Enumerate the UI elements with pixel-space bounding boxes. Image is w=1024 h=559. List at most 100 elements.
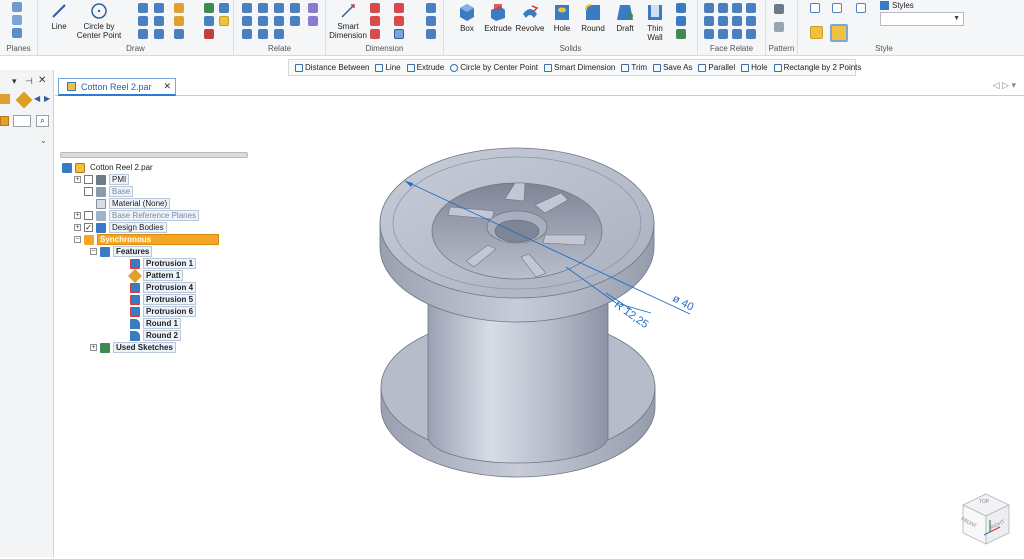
- trim-icon[interactable]: [174, 29, 184, 39]
- cmd-parallel[interactable]: Parallel: [698, 63, 735, 72]
- cmd-line[interactable]: Line: [375, 63, 401, 72]
- circle-by-center-point-button[interactable]: Circle by Center Point: [74, 2, 124, 40]
- offset-icon[interactable]: [154, 29, 164, 39]
- add-body-icon[interactable]: [676, 3, 686, 13]
- solids-more-icon[interactable]: [676, 29, 686, 39]
- tree-item-feature[interactable]: Protrusion 1: [130, 258, 197, 269]
- collapse-icon[interactable]: −: [74, 236, 81, 243]
- hole-button[interactable]: Hole: [548, 2, 576, 33]
- ellipse-icon[interactable]: [138, 29, 148, 39]
- point-icon[interactable]: [174, 16, 184, 26]
- mirror-pattern-icon[interactable]: [774, 22, 784, 32]
- relate-handle-icon[interactable]: [308, 16, 318, 26]
- expand-icon[interactable]: +: [74, 176, 81, 183]
- face-rigid-icon[interactable]: [732, 16, 742, 26]
- shaded-edges-icon[interactable]: [830, 24, 848, 42]
- design-bodies-checkbox[interactable]: ✓: [84, 223, 93, 232]
- revolve-button[interactable]: Revolve: [514, 2, 546, 33]
- top-flange[interactable]: [379, 147, 655, 323]
- pathfinder-tab-icon[interactable]: [0, 94, 10, 104]
- view-front-icon[interactable]: [832, 3, 842, 13]
- face-perpendicular-icon[interactable]: [704, 29, 714, 39]
- horizontal-icon[interactable]: [242, 16, 252, 26]
- tree-resize-grip[interactable]: [60, 152, 248, 158]
- concentric-icon[interactable]: [274, 3, 284, 13]
- project-icon[interactable]: [204, 16, 214, 26]
- coplanar-icon[interactable]: [704, 3, 714, 13]
- expand-icon[interactable]: +: [90, 344, 97, 351]
- tree-item-features[interactable]: − Features: [90, 246, 153, 257]
- curve-icon[interactable]: [154, 3, 164, 13]
- collinear-icon[interactable]: [258, 29, 268, 39]
- face-parallel-icon[interactable]: [704, 16, 714, 26]
- tab-left-icon[interactable]: ◀: [34, 94, 40, 103]
- distance-icon[interactable]: [370, 3, 380, 13]
- tab-scroll-arrows[interactable]: ◁ ▷ ▾: [993, 80, 1016, 91]
- tree-item-feature[interactable]: Round 1: [130, 318, 181, 329]
- extrude-button[interactable]: Extrude: [482, 2, 514, 33]
- tree-item-base-planes[interactable]: + Base Reference Planes: [74, 210, 200, 221]
- cmd-distance-between[interactable]: Distance Between: [295, 63, 369, 72]
- face-ground-icon[interactable]: [746, 16, 756, 26]
- cmd-rectangle[interactable]: Rectangle by 2 Points: [773, 63, 861, 72]
- construction-icon[interactable]: [204, 29, 214, 39]
- boolean-icon[interactable]: [676, 16, 686, 26]
- thin-wall-button[interactable]: Thin Wall: [642, 2, 668, 42]
- chamfer-dim-icon[interactable]: [370, 29, 380, 39]
- layers-icon[interactable]: [0, 116, 9, 126]
- draft-button[interactable]: Draft: [610, 2, 640, 33]
- tree-root[interactable]: Cotton Reel 2.par: [62, 162, 155, 173]
- tree-item-feature[interactable]: Protrusion 6: [130, 306, 197, 317]
- plane-icon[interactable]: [12, 28, 22, 38]
- pin-icon[interactable]: ⊣: [25, 76, 33, 87]
- tree-item-feature[interactable]: Protrusion 4: [130, 282, 197, 293]
- barrel[interactable]: [427, 298, 609, 464]
- face-offset-icon[interactable]: [718, 29, 728, 39]
- dim-style-icon[interactable]: [426, 29, 436, 39]
- document-tab[interactable]: Cotton Reel 2.par ✕: [58, 78, 176, 96]
- dim-grid-icon[interactable]: [394, 29, 404, 39]
- shaded-icon[interactable]: [810, 26, 823, 39]
- face-symmetric-icon[interactable]: [732, 3, 742, 13]
- face-aligned-icon[interactable]: [718, 16, 728, 26]
- text-icon[interactable]: [426, 16, 436, 26]
- plane-icon[interactable]: [12, 15, 22, 25]
- face-options-icon[interactable]: [746, 29, 756, 39]
- chevron-down-icon[interactable]: ⌄: [40, 136, 47, 145]
- view-cube[interactable]: TOP FRONT RIGHT: [957, 490, 1015, 548]
- pmi-checkbox[interactable]: [84, 175, 93, 184]
- cmd-save-as[interactable]: Save As: [653, 63, 692, 72]
- arc-tangent-icon[interactable]: [138, 16, 148, 26]
- face-concentric-icon[interactable]: [718, 3, 728, 13]
- mirror-icon[interactable]: [204, 3, 214, 13]
- symmetric-diameter-icon[interactable]: [370, 16, 380, 26]
- base-checkbox[interactable]: [84, 187, 93, 196]
- equal-icon[interactable]: [258, 16, 268, 26]
- close-tab-icon[interactable]: ✕: [163, 81, 171, 92]
- tab-right-icon[interactable]: ▶: [44, 94, 50, 103]
- grid-icon[interactable]: [219, 3, 229, 13]
- expand-icon[interactable]: +: [74, 212, 81, 219]
- box-button[interactable]: Box: [452, 2, 482, 33]
- close-icon[interactable]: ✕: [38, 75, 46, 86]
- angular-icon[interactable]: [394, 16, 404, 26]
- perpendicular-icon[interactable]: [274, 16, 284, 26]
- view-cube-top[interactable]: TOP: [979, 499, 989, 505]
- arc-icon[interactable]: [138, 3, 148, 13]
- fill-icon[interactable]: [174, 3, 184, 13]
- styles-dropdown[interactable]: ▼: [880, 12, 964, 26]
- plane-icon[interactable]: [12, 2, 22, 12]
- tree-item-synchronous[interactable]: − Synchronous: [74, 234, 219, 245]
- connect-icon[interactable]: [242, 3, 252, 13]
- wrench-icon[interactable]: [15, 91, 33, 109]
- face-add-icon[interactable]: [732, 29, 742, 39]
- tree-item-feature[interactable]: Protrusion 5: [130, 294, 197, 305]
- tree-item-base[interactable]: Base: [84, 186, 134, 197]
- collapse-icon[interactable]: −: [90, 248, 97, 255]
- rigid-icon[interactable]: [290, 3, 300, 13]
- tree-item-pmi[interactable]: + PMI: [74, 174, 130, 185]
- view-cube-icon[interactable]: [810, 3, 820, 13]
- cmd-trim[interactable]: Trim: [621, 63, 647, 72]
- angle-icon[interactable]: [394, 3, 404, 13]
- search-icon[interactable]: ⌕: [36, 115, 49, 127]
